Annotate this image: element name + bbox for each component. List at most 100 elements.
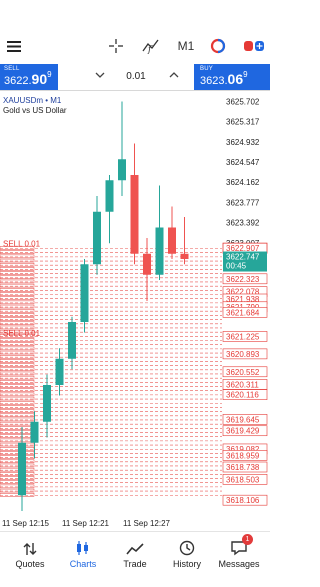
price-tick-label: 3620.552 xyxy=(226,368,260,377)
candle-body xyxy=(168,227,176,254)
order-level-tag xyxy=(0,254,35,259)
order-level-tag xyxy=(0,384,35,388)
top-toolbar: f M1 xyxy=(0,0,270,64)
nav-trade-label: Trade xyxy=(123,559,147,569)
order-level-tag xyxy=(0,380,35,384)
candle-body xyxy=(180,253,189,259)
order-level-tag xyxy=(0,396,35,401)
order-level-tag xyxy=(0,342,35,346)
price-tick-label: 3622.323 xyxy=(226,275,260,284)
price-tick-label: 3624.547 xyxy=(226,158,260,167)
sell-order-label: SELL 0.01 xyxy=(3,240,41,249)
candle-body xyxy=(130,175,139,254)
order-level-tag xyxy=(0,296,35,300)
price-tick-label: 3621.225 xyxy=(226,332,260,341)
order-level-tag xyxy=(0,392,35,397)
order-level-tag xyxy=(0,488,35,493)
order-level-tag xyxy=(0,417,35,422)
price-tick-label: 3624.932 xyxy=(226,138,260,147)
price-tick-label: 3618.503 xyxy=(226,475,260,484)
order-level-tag xyxy=(0,455,35,459)
chevron-down-icon[interactable] xyxy=(94,70,106,82)
order-level-tag xyxy=(0,262,35,267)
candle-body xyxy=(43,385,51,422)
time-axis-label: 11 Sep 12:27 xyxy=(123,519,171,528)
crosshair-icon[interactable] xyxy=(107,36,125,56)
order-level-tag xyxy=(0,313,35,317)
chart-canvas[interactable]: 3625.702 3625.317 3624.932 3624.547 3624.162… xyxy=(0,91,270,531)
order-level-tag xyxy=(0,279,35,284)
order-level-tag xyxy=(0,405,35,409)
order-level-tag xyxy=(0,467,35,472)
nav-quotes[interactable]: Quotes xyxy=(3,538,57,584)
price-tick-label: 3618.959 xyxy=(226,451,260,460)
order-level-tag xyxy=(0,472,35,476)
price-tick-label: 3619.429 xyxy=(226,427,260,436)
order-level-tag xyxy=(0,267,35,271)
order-level-tag xyxy=(0,321,35,326)
order-level-tag xyxy=(0,480,35,484)
price-tick-label: 3620.893 xyxy=(226,350,260,359)
candle-body xyxy=(118,159,126,181)
price-tick-label: 3625.317 xyxy=(226,118,260,127)
order-level-tag xyxy=(0,476,35,480)
chart-symbol-description: Gold vs US Dollar xyxy=(3,106,67,115)
new-order-icon[interactable] xyxy=(242,36,266,56)
nav-history-label: History xyxy=(172,559,201,569)
current-price-label: 3622.747 xyxy=(226,253,260,262)
order-level-tag xyxy=(0,338,35,342)
buy-button[interactable]: BUY 3623.069 xyxy=(194,64,270,90)
nav-messages[interactable]: 1 Messages xyxy=(212,534,266,584)
price-tick-label: 3618.738 xyxy=(226,463,260,472)
messages-chat-icon: 1 xyxy=(212,534,266,556)
candle-body xyxy=(80,264,89,322)
chevron-up-icon[interactable] xyxy=(168,70,180,82)
timeframe-button[interactable]: M1 xyxy=(175,36,197,56)
order-level-tag xyxy=(0,409,35,413)
nav-charts-label: Charts xyxy=(69,559,97,569)
price-tick-label: 3621.684 xyxy=(226,308,260,317)
order-level-tag xyxy=(0,363,35,367)
order-level-tag xyxy=(0,359,35,363)
svg-text:f: f xyxy=(147,45,153,54)
order-level-tag xyxy=(0,250,35,254)
order-level-tag xyxy=(0,388,35,392)
hamburger-menu-icon[interactable] xyxy=(6,36,22,56)
order-level-tag xyxy=(0,438,35,443)
order-level-tag xyxy=(0,484,35,489)
order-level-tag xyxy=(0,258,35,263)
order-level-tag xyxy=(0,317,35,321)
order-level-tag xyxy=(0,271,35,275)
order-level-tag xyxy=(0,430,35,434)
volume-value[interactable]: 0.01 xyxy=(118,71,154,82)
candle-countdown-label: 00:45 xyxy=(226,262,247,271)
history-clock-icon xyxy=(160,538,214,556)
one-click-trade-panel: SELL 3622.909 0.01 BUY 3623.069 xyxy=(0,64,270,91)
price-tick-label: 3623.392 xyxy=(226,219,260,228)
order-level-tag xyxy=(0,413,35,418)
order-level-tag xyxy=(0,292,35,296)
order-level-tag xyxy=(0,275,35,280)
time-axis-label: 11 Sep 12:15 xyxy=(2,519,50,528)
candle-body xyxy=(55,358,64,385)
order-level-tag xyxy=(0,367,35,372)
order-level-tag xyxy=(0,350,35,355)
order-level-tag xyxy=(0,463,35,468)
price-tick-label: 3623.777 xyxy=(226,198,260,207)
order-level-tag xyxy=(0,308,35,313)
candle-body xyxy=(105,180,114,212)
price-tick-label: 3624.162 xyxy=(226,178,260,187)
nav-history[interactable]: History xyxy=(160,538,214,584)
sell-button[interactable]: SELL 3622.909 xyxy=(0,64,58,90)
order-level-tag xyxy=(0,288,35,292)
nav-messages-label: Messages xyxy=(218,559,260,569)
indicators-f-icon[interactable]: f xyxy=(141,36,161,56)
price-chart[interactable]: 3625.702 3625.317 3624.932 3624.547 3624.162… xyxy=(0,91,270,531)
symbol-switch-icon[interactable] xyxy=(208,36,228,56)
order-level-tag xyxy=(0,446,35,451)
order-level-tag xyxy=(0,493,35,497)
order-level-tag xyxy=(0,371,35,376)
order-level-tag xyxy=(0,434,35,438)
nav-charts[interactable]: Charts xyxy=(56,538,110,584)
nav-trade[interactable]: Trade xyxy=(108,538,162,584)
